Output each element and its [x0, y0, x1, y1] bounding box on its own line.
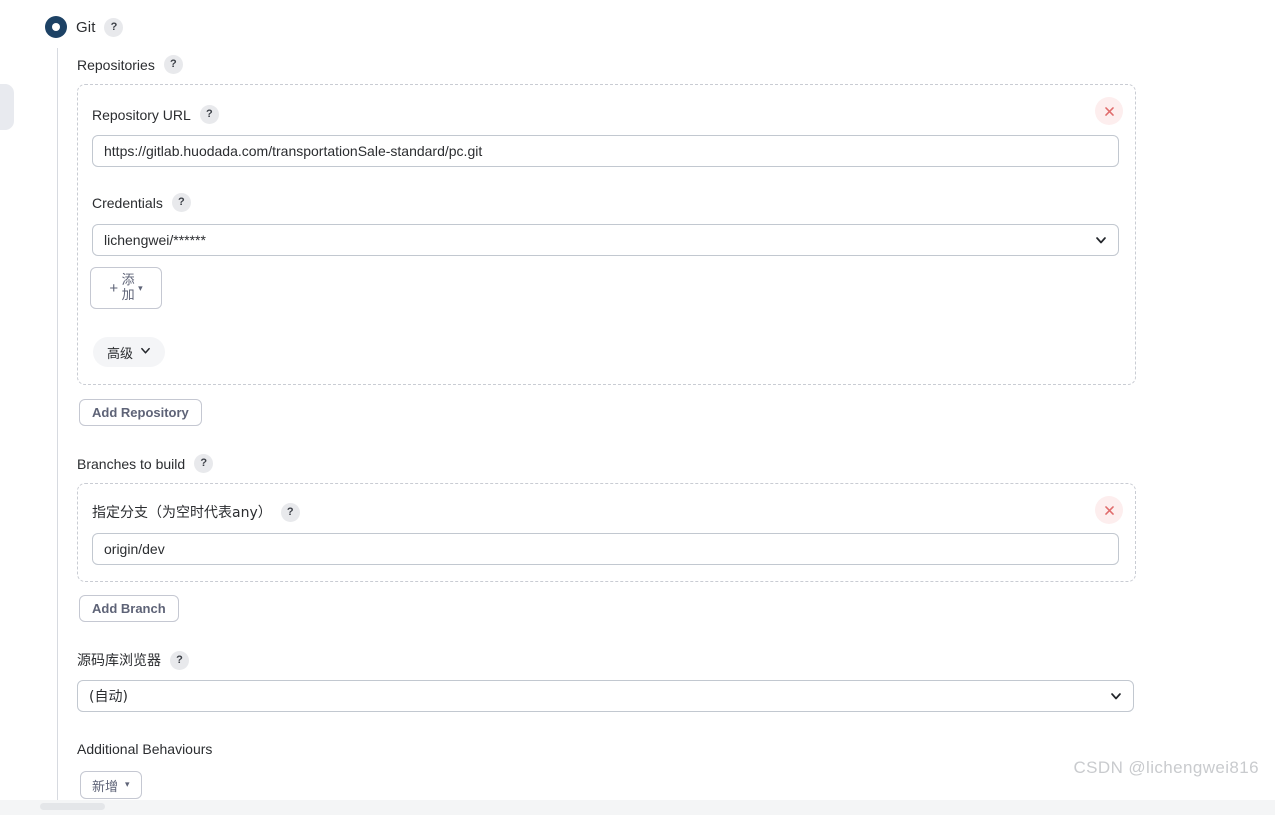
branches-section-label: Branches to build: [77, 455, 186, 472]
remove-branch-button[interactable]: [1095, 496, 1123, 524]
help-icon-credentials[interactable]: ?: [171, 193, 191, 212]
radio-git-selected[interactable]: [45, 16, 67, 38]
repository-url-label-row: Repository URL ?: [92, 105, 219, 124]
advanced-button[interactable]: 高级: [93, 337, 166, 367]
caret-down-icon-add-behaviour: ▾: [125, 780, 130, 790]
add-behaviour-label: 新增: [92, 779, 119, 795]
scm-git-option-row[interactable]: Git ?: [45, 16, 124, 38]
repository-url-input[interactable]: [92, 135, 1119, 167]
help-icon-branch-specifier[interactable]: ?: [280, 502, 300, 522]
help-icon-git[interactable]: ?: [104, 17, 124, 37]
branches-section-label-row: Branches to build ?: [77, 454, 214, 473]
repository-browser-label: 源码库浏览器: [77, 653, 161, 669]
section-indent-guide: [57, 48, 58, 800]
branch-input-wrap: [92, 533, 1119, 565]
repository-browser-select[interactable]: (自动): [77, 680, 1134, 712]
scm-git-label: Git: [76, 18, 96, 36]
add-credentials-label-line1: 添: [121, 273, 135, 288]
branch-specifier-input[interactable]: [92, 533, 1119, 565]
help-icon-repository-url[interactable]: ?: [199, 105, 219, 124]
repository-browser-select-wrap[interactable]: (自动): [77, 680, 1134, 712]
add-branch-button[interactable]: Add Branch: [79, 595, 179, 622]
additional-behaviours-label: Additional Behaviours: [77, 741, 213, 757]
radio-inner-dot: [52, 23, 60, 31]
branch-specifier-label: 指定分支（为空时代表any）: [92, 505, 272, 521]
advanced-button-label: 高级: [107, 346, 134, 362]
bottom-scrollbar-thumb[interactable]: [40, 803, 105, 810]
repository-entry-block: Repository URL ? Credentials ? lichengwe…: [77, 84, 1136, 385]
chevron-down-icon-advanced: [140, 345, 151, 360]
repositories-section-label: Repositories: [77, 56, 155, 73]
add-repository-button[interactable]: Add Repository: [79, 399, 202, 426]
help-icon-branches[interactable]: ?: [194, 454, 214, 473]
help-icon-repository-browser[interactable]: ?: [170, 650, 189, 670]
add-behaviour-button[interactable]: 新增 ▾: [80, 771, 142, 799]
credentials-label: Credentials: [92, 194, 163, 211]
repository-url-input-wrap: [92, 135, 1119, 167]
credentials-select[interactable]: lichengwei/******: [92, 224, 1119, 256]
branch-specifier-label-row: 指定分支（为空时代表any） ?: [92, 502, 300, 522]
repositories-section-label-row: Repositories ?: [77, 55, 183, 74]
repository-url-label: Repository URL: [92, 106, 191, 123]
branch-entry-block: 指定分支（为空时代表any） ?: [77, 483, 1136, 582]
repository-browser-label-row: 源码库浏览器 ?: [77, 650, 189, 670]
additional-behaviours-label-row: Additional Behaviours: [77, 741, 212, 757]
credentials-label-row: Credentials ?: [92, 193, 191, 212]
csdn-watermark: CSDN @lichengwei816: [1073, 758, 1259, 777]
bottom-scrollbar-track[interactable]: [0, 800, 1275, 815]
help-icon-repositories[interactable]: ?: [163, 55, 183, 74]
add-credentials-label-line2: 加: [121, 288, 135, 303]
credentials-select-wrap[interactable]: lichengwei/******: [92, 224, 1119, 256]
plus-icon: +: [109, 279, 119, 297]
add-credentials-button[interactable]: + 添 加 ▾: [90, 267, 162, 309]
remove-repository-button[interactable]: [1095, 97, 1123, 125]
scm-configuration-page: Git ? Repositories ? Repository URL ? Cr…: [0, 0, 1275, 800]
caret-down-icon-add-credentials: ▾: [138, 282, 143, 293]
